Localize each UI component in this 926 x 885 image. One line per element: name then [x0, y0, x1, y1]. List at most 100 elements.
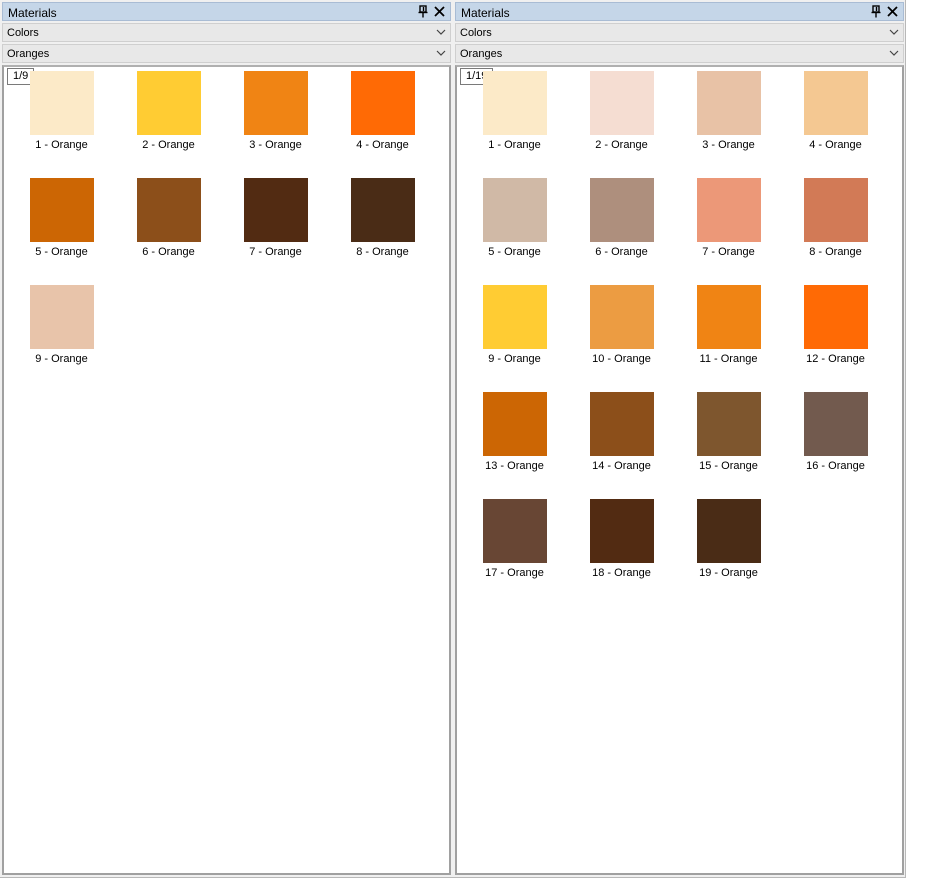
swatch-tile[interactable]: 6 - Orange — [568, 178, 675, 258]
color-swatch[interactable] — [696, 499, 761, 563]
swatch-tile[interactable]: 14 - Orange — [568, 392, 675, 472]
swatch-label: 2 - Orange — [142, 139, 195, 151]
swatch-tile[interactable]: 7 - Orange — [222, 178, 329, 258]
swatch-label: 7 - Orange — [249, 246, 302, 258]
swatch-tile[interactable]: 5 - Orange — [8, 178, 115, 258]
swatch-tile[interactable]: 8 - Orange — [782, 178, 889, 258]
color-swatch[interactable] — [696, 285, 761, 349]
category-value: Colors — [7, 27, 39, 39]
swatch-label: 10 - Orange — [592, 353, 651, 365]
swatch-label: 7 - Orange — [702, 246, 755, 258]
category-dropdown[interactable]: Colors — [2, 23, 451, 42]
panel-title: Materials — [8, 6, 57, 20]
close-icon[interactable] — [886, 5, 899, 18]
color-swatch[interactable] — [696, 392, 761, 456]
color-swatch[interactable] — [589, 285, 654, 349]
color-swatch[interactable] — [29, 178, 94, 242]
chevron-down-icon — [436, 29, 446, 35]
swatch-label: 19 - Orange — [699, 567, 758, 579]
color-swatch[interactable] — [803, 71, 868, 135]
swatch-tile[interactable]: 9 - Orange — [8, 285, 115, 365]
close-icon[interactable] — [433, 5, 446, 18]
swatch-tile[interactable]: 2 - Orange — [115, 71, 222, 151]
swatch-gallery[interactable]: 1/9 1 - Orange 2 - Orange 3 - Orange 4 - Or… — [2, 65, 451, 875]
swatch-label: 4 - Orange — [356, 139, 409, 151]
swatch-label: 8 - Orange — [356, 246, 409, 258]
swatch-tile[interactable]: 16 - Orange — [782, 392, 889, 472]
color-swatch[interactable] — [243, 178, 308, 242]
subcategory-dropdown[interactable]: Oranges — [2, 44, 451, 63]
swatch-tile[interactable]: 8 - Orange — [329, 178, 436, 258]
color-swatch[interactable] — [482, 392, 547, 456]
swatch-tile[interactable]: 17 - Orange — [461, 499, 568, 579]
swatch-label: 13 - Orange — [485, 460, 544, 472]
swatch-tile[interactable]: 12 - Orange — [782, 285, 889, 365]
swatch-label: 8 - Orange — [809, 246, 862, 258]
subcategory-value: Oranges — [7, 48, 50, 60]
swatch-tile[interactable]: 13 - Orange — [461, 392, 568, 472]
swatch-tile[interactable]: 9 - Orange — [461, 285, 568, 365]
chevron-down-icon — [889, 29, 899, 35]
swatch-tile[interactable]: 19 - Orange — [675, 499, 782, 579]
subcategory-dropdown[interactable]: Oranges — [455, 44, 904, 63]
panel-titlebar[interactable]: Materials — [455, 2, 904, 21]
swatch-tile[interactable]: 3 - Orange — [222, 71, 329, 151]
swatch-label: 18 - Orange — [592, 567, 651, 579]
swatch-label: 11 - Orange — [699, 353, 758, 365]
subcategory-value: Oranges — [460, 48, 503, 60]
swatch-tile[interactable]: 3 - Orange — [675, 71, 782, 151]
swatch-label: 1 - Orange — [35, 139, 88, 151]
swatch-label: 9 - Orange — [488, 353, 541, 365]
swatch-tile[interactable]: 18 - Orange — [568, 499, 675, 579]
materials-panel-left: Materials Colors Oranges 1/9 1 - Orange 2… — [2, 2, 451, 875]
color-swatch[interactable] — [136, 71, 201, 135]
swatch-label: 6 - Orange — [595, 246, 648, 258]
color-swatch[interactable] — [696, 71, 761, 135]
color-swatch[interactable] — [803, 285, 868, 349]
panel-titlebar[interactable]: Materials — [2, 2, 451, 21]
pin-icon[interactable] — [871, 5, 881, 18]
swatch-tile[interactable]: 7 - Orange — [675, 178, 782, 258]
chevron-down-icon — [436, 50, 446, 56]
swatch-label: 15 - Orange — [699, 460, 758, 472]
color-swatch[interactable] — [589, 392, 654, 456]
swatch-tile[interactable]: 2 - Orange — [568, 71, 675, 151]
swatch-tile[interactable]: 1 - Orange — [461, 71, 568, 151]
swatch-tile[interactable]: 4 - Orange — [329, 71, 436, 151]
swatch-tile[interactable]: 1 - Orange — [8, 71, 115, 151]
swatch-label: 3 - Orange — [702, 139, 755, 151]
swatch-tile[interactable]: 11 - Orange — [675, 285, 782, 365]
color-swatch[interactable] — [803, 392, 868, 456]
swatch-tile[interactable]: 10 - Orange — [568, 285, 675, 365]
color-swatch[interactable] — [243, 71, 308, 135]
swatch-tile[interactable]: 4 - Orange — [782, 71, 889, 151]
color-swatch[interactable] — [482, 178, 547, 242]
pin-icon[interactable] — [418, 5, 428, 18]
color-swatch[interactable] — [482, 285, 547, 349]
color-swatch[interactable] — [136, 178, 201, 242]
color-swatch[interactable] — [589, 178, 654, 242]
swatch-tile[interactable]: 5 - Orange — [461, 178, 568, 258]
chevron-down-icon — [889, 50, 899, 56]
swatch-label: 6 - Orange — [142, 246, 195, 258]
color-swatch[interactable] — [589, 71, 654, 135]
color-swatch[interactable] — [29, 71, 94, 135]
swatch-label: 5 - Orange — [488, 246, 541, 258]
color-swatch[interactable] — [350, 178, 415, 242]
swatch-tile[interactable]: 6 - Orange — [115, 178, 222, 258]
color-swatch[interactable] — [803, 178, 868, 242]
swatch-label: 9 - Orange — [35, 353, 88, 365]
swatch-gallery[interactable]: 1/19 1 - Orange 2 - Orange 3 - Orange 4 - O… — [455, 65, 904, 875]
swatch-label: 17 - Orange — [485, 567, 544, 579]
swatch-label: 3 - Orange — [249, 139, 302, 151]
color-swatch[interactable] — [696, 178, 761, 242]
color-swatch[interactable] — [482, 71, 547, 135]
swatch-label: 2 - Orange — [595, 139, 648, 151]
color-swatch[interactable] — [482, 499, 547, 563]
color-swatch[interactable] — [589, 499, 654, 563]
color-swatch[interactable] — [350, 71, 415, 135]
swatch-label: 14 - Orange — [592, 460, 651, 472]
category-dropdown[interactable]: Colors — [455, 23, 904, 42]
swatch-tile[interactable]: 15 - Orange — [675, 392, 782, 472]
color-swatch[interactable] — [29, 285, 94, 349]
